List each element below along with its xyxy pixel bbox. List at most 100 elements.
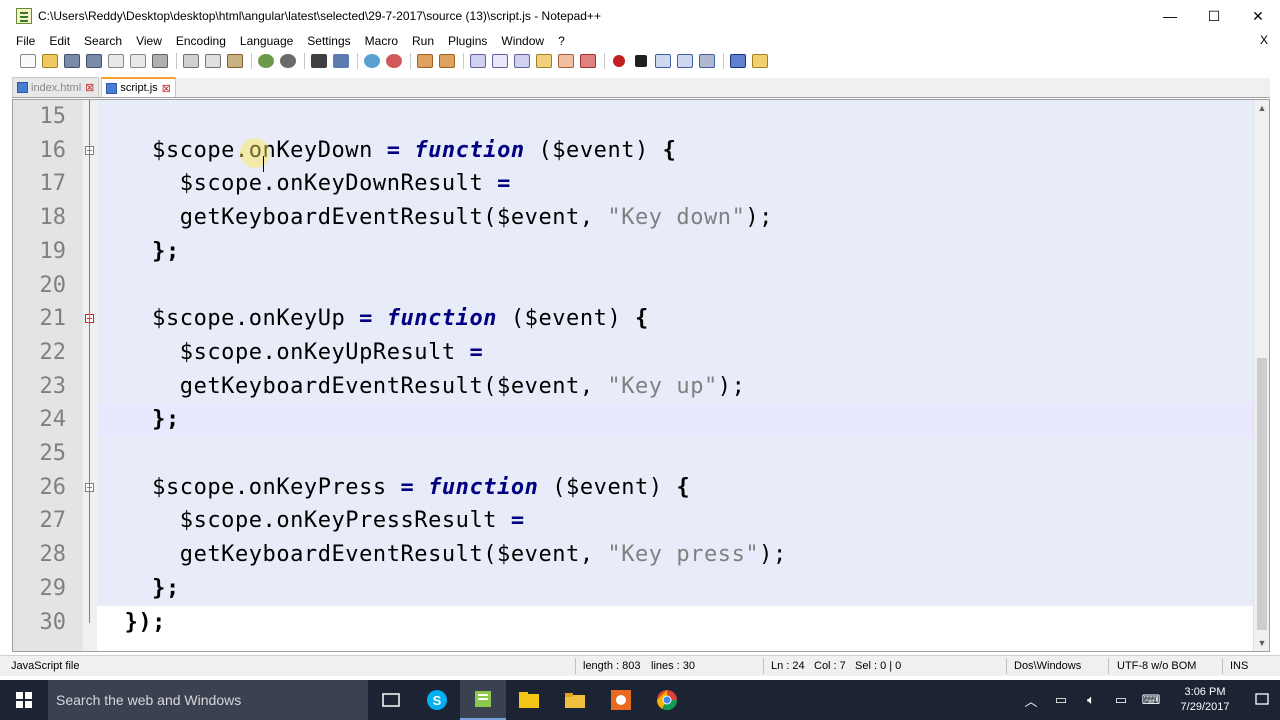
menu-window[interactable]: Window [494, 34, 551, 48]
code-line[interactable]: 18 getKeyboardEventResult($event, "Key d… [13, 201, 1255, 235]
save-macro-icon[interactable] [699, 54, 715, 68]
code-line[interactable]: 21 $scope.onKeyUp = function ($event) { [13, 302, 1255, 336]
code-line[interactable]: 29 }; [13, 572, 1255, 606]
keyboard-icon[interactable]: ⌨ [1136, 680, 1166, 720]
volume-icon[interactable]: 🔈︎ [1076, 680, 1106, 720]
code-editor[interactable]: 15 16 $scope.onKeyDown = function ($event… [12, 99, 1270, 652]
code-line[interactable]: 15 [13, 100, 1255, 134]
code-line[interactable]: 28 getKeyboardEventResult($event, "Key p… [13, 538, 1255, 572]
menu-edit[interactable]: Edit [42, 34, 77, 48]
zoom-out-icon[interactable] [386, 54, 402, 68]
menu-search[interactable]: Search [77, 34, 129, 48]
vertical-scrollbar[interactable]: ▲ ▼ [1253, 100, 1269, 651]
menu-encoding[interactable]: Encoding [169, 34, 233, 48]
code-line[interactable]: 20 [13, 269, 1255, 303]
menu-plugins[interactable]: Plugins [441, 34, 494, 48]
scroll-down-icon[interactable]: ▼ [1254, 635, 1269, 651]
open-file-icon[interactable] [42, 54, 58, 68]
menu-view[interactable]: View [129, 34, 169, 48]
code-line[interactable]: 22 $scope.onKeyUpResult = [13, 336, 1255, 370]
maximize-button[interactable]: ☐ [1192, 0, 1236, 32]
find-icon[interactable] [311, 54, 327, 68]
minimize-button[interactable]: — [1148, 0, 1192, 32]
tab-index-html[interactable]: index.html ⊠ [12, 77, 100, 97]
code-line[interactable]: 19 }; [13, 235, 1255, 269]
stop-macro-icon[interactable] [635, 55, 647, 67]
status-eol-format[interactable]: Dos\Windows [1014, 660, 1081, 672]
notepad-plus-plus-icon [16, 8, 32, 24]
zoom-in-icon[interactable] [364, 54, 380, 68]
code-line[interactable]: 26 $scope.onKeyPress = function ($event)… [13, 471, 1255, 505]
windows-taskbar: Search the web and Windows S ︿ ▭ 🔈︎ ▭ ⌨ … [0, 680, 1280, 720]
system-tray: ︿ ▭ 🔈︎ ▭ ⌨ 3:06 PM 7/29/2017 [1016, 680, 1280, 720]
status-encoding[interactable]: UTF-8 w/o BOM [1117, 660, 1196, 672]
word-wrap-icon[interactable] [470, 54, 486, 68]
close-all-icon[interactable] [130, 54, 146, 68]
cut-icon[interactable] [183, 54, 199, 68]
file-explorer-icon[interactable] [552, 680, 598, 720]
close-file-icon[interactable] [108, 54, 124, 68]
sticky-notes-icon[interactable] [506, 680, 552, 720]
spell-check-settings-icon[interactable] [752, 54, 768, 68]
chrome-icon[interactable] [644, 680, 690, 720]
code-line[interactable]: 17 $scope.onKeyDownResult = [13, 167, 1255, 201]
sync-horizontal-icon[interactable] [439, 54, 455, 68]
window-title: C:\Users\Reddy\Desktop\desktop\html\angu… [38, 9, 601, 23]
action-center-icon[interactable] [1244, 680, 1280, 720]
user-language-icon[interactable] [536, 54, 552, 68]
start-button[interactable] [0, 680, 48, 720]
battery-icon[interactable]: ▭ [1046, 680, 1076, 720]
run-macro-multiple-icon[interactable] [677, 54, 693, 68]
document-tab-bar: index.html ⊠ script.js ⊠ [12, 77, 1270, 98]
save-all-icon[interactable] [86, 54, 102, 68]
notepad-plus-plus-taskbar-icon[interactable] [460, 680, 506, 720]
status-insert-mode[interactable]: INS [1230, 660, 1248, 672]
media-player-icon[interactable] [598, 680, 644, 720]
skype-icon[interactable]: S [414, 680, 460, 720]
doc-map-icon[interactable] [558, 54, 574, 68]
code-line[interactable]: 25 [13, 437, 1255, 471]
record-macro-icon[interactable] [613, 55, 625, 67]
print-icon[interactable] [152, 54, 168, 68]
code-token: { [635, 306, 649, 332]
tab-script-js[interactable]: script.js ⊠ [101, 77, 176, 97]
close-tab-icon[interactable]: ⊠ [162, 82, 171, 95]
menu-run[interactable]: Run [405, 34, 441, 48]
code-line[interactable]: 24 }; [13, 403, 1255, 438]
close-document-button[interactable]: X [1260, 33, 1268, 47]
spell-check-icon[interactable] [730, 54, 746, 68]
toolbar-separator [604, 53, 605, 69]
code-line[interactable]: 27 $scope.onKeyPressResult = [13, 504, 1255, 538]
code-line[interactable]: 16 $scope.onKeyDown = function ($event) … [13, 134, 1255, 168]
taskbar-search-box[interactable]: Search the web and Windows [48, 680, 368, 720]
code-line[interactable]: 30 }); [13, 606, 1255, 640]
network-icon[interactable]: ▭ [1106, 680, 1136, 720]
close-tab-icon[interactable]: ⊠ [85, 81, 94, 94]
new-file-icon[interactable] [20, 54, 36, 68]
code-token: { [662, 137, 677, 163]
task-view-icon[interactable] [368, 680, 414, 720]
chevron-up-icon[interactable]: ︿ [1016, 680, 1046, 720]
scroll-up-icon[interactable]: ▲ [1254, 100, 1269, 116]
scrollbar-thumb[interactable] [1257, 358, 1267, 630]
play-macro-icon[interactable] [655, 54, 671, 68]
indent-guide-icon[interactable] [514, 54, 530, 68]
sync-vertical-icon[interactable] [417, 54, 433, 68]
redo-icon[interactable] [280, 54, 296, 68]
show-all-chars-icon[interactable] [492, 54, 508, 68]
replace-icon[interactable] [333, 54, 349, 68]
copy-icon[interactable] [205, 54, 221, 68]
undo-icon[interactable] [258, 54, 274, 68]
menu-file[interactable]: File [0, 34, 42, 48]
menu-help[interactable]: ? [551, 34, 572, 48]
line-number: 29 [39, 575, 67, 601]
paste-icon[interactable] [227, 54, 243, 68]
taskbar-clock[interactable]: 3:06 PM 7/29/2017 [1166, 685, 1244, 715]
close-button[interactable]: ✕ [1236, 0, 1280, 32]
menu-settings[interactable]: Settings [300, 34, 357, 48]
function-list-icon[interactable] [580, 54, 596, 68]
save-icon[interactable] [64, 54, 80, 68]
menu-language[interactable]: Language [233, 34, 300, 48]
menu-macro[interactable]: Macro [358, 34, 405, 48]
code-line[interactable]: 23 getKeyboardEventResult($event, "Key u… [13, 370, 1255, 404]
